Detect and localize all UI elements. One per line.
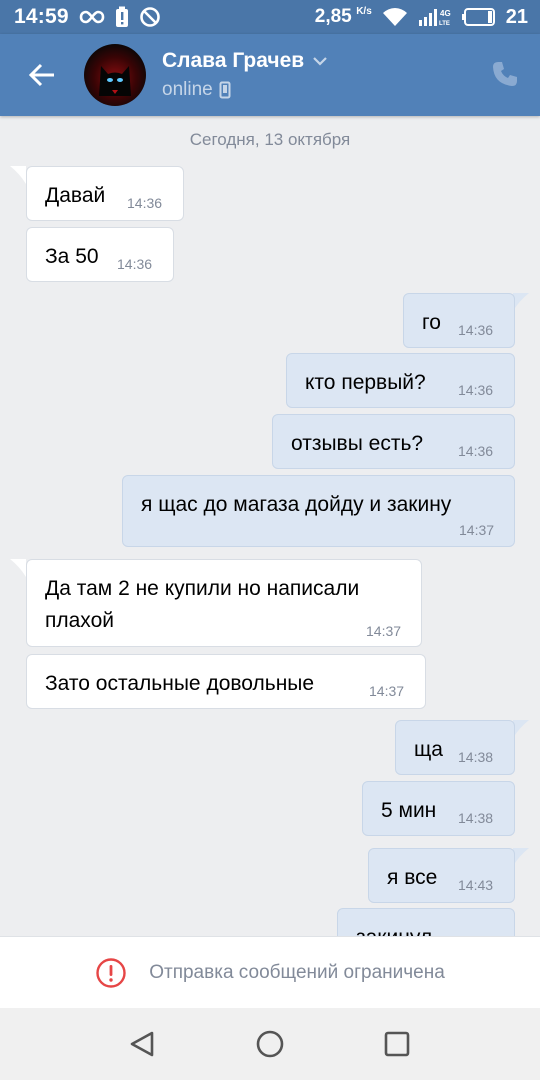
- back-arrow-icon: [28, 63, 54, 87]
- message-outgoing[interactable]: го 14:36: [403, 293, 515, 348]
- message-text-line: плахой: [45, 609, 114, 632]
- message-time: 14:38: [458, 810, 494, 826]
- status-time: 14:59: [14, 5, 69, 28]
- infinity-icon: [79, 10, 105, 24]
- bubble-tail: [10, 166, 26, 184]
- nav-home-button[interactable]: [250, 1024, 290, 1064]
- message-time: 14:38: [458, 749, 494, 765]
- message-time: 14:36: [117, 256, 153, 272]
- message-outgoing[interactable]: закинул: [337, 908, 515, 936]
- message-text: я все: [387, 866, 438, 889]
- message-incoming[interactable]: Давай 14:36: [26, 166, 184, 221]
- message-time: 14:37: [459, 522, 495, 538]
- nav-recents-button[interactable]: [377, 1024, 417, 1064]
- chat-header: Слава Грачев online: [0, 34, 540, 116]
- message-text: я щас до магаза дойду и закину: [141, 493, 452, 516]
- dnd-icon: [139, 6, 161, 28]
- status-bar-right: 2,85 K/s 4G LTE 21: [315, 6, 528, 29]
- messaging-restricted-bar: Отправка сообщений ограничена: [0, 936, 540, 1008]
- back-button[interactable]: [0, 34, 84, 116]
- contact-status: online: [162, 79, 213, 100]
- message-text-line: Да там 2 не купили но написали: [45, 577, 360, 600]
- avatar[interactable]: [84, 44, 146, 106]
- status-bar: 14:59 2,85 K/s 4G LTE 21: [0, 0, 540, 34]
- message-text: 5 мин: [381, 799, 437, 822]
- contact-status-row: online: [162, 79, 328, 101]
- message-text: За 50: [45, 245, 99, 268]
- nav-back-icon: [131, 1031, 154, 1057]
- message-time: 14:37: [369, 683, 405, 699]
- battery-alert-icon: [115, 6, 129, 28]
- message-text: кто первый?: [305, 371, 426, 394]
- chevron-down-icon: [313, 57, 327, 66]
- bubble-tail: [513, 293, 529, 311]
- message-time: 14:36: [458, 322, 494, 338]
- system-nav-bar: [0, 1008, 540, 1080]
- bubble-tail: [10, 559, 26, 577]
- contact-name: Слава Грачев: [162, 49, 305, 72]
- phone-call-icon: [493, 62, 517, 86]
- contact-info[interactable]: Слава Грачев online: [162, 49, 328, 101]
- message-outgoing[interactable]: я все 14:43: [368, 848, 515, 903]
- phone-device-icon: [219, 81, 231, 99]
- message-text: ща: [414, 738, 443, 761]
- message-time: 14:36: [127, 195, 163, 211]
- message-time: 14:36: [458, 443, 494, 459]
- message-list[interactable]: Сегодня, 13 октября Давай 14:36 За 50 14…: [0, 116, 540, 936]
- message-incoming[interactable]: За 50 14:36: [26, 227, 174, 282]
- message-text: отзывы есть?: [291, 432, 424, 455]
- message-time: 14:37: [366, 623, 402, 639]
- restriction-text: Отправка сообщений ограничена: [149, 961, 445, 983]
- network-speed-value: 2,85: [314, 6, 352, 27]
- message-outgoing[interactable]: кто первый? 14:36: [286, 353, 515, 408]
- battery-level: 21: [505, 5, 528, 28]
- message-outgoing[interactable]: отзывы есть? 14:36: [272, 414, 515, 469]
- bubble-tail: [513, 848, 529, 866]
- message-text: закинул: [356, 926, 432, 936]
- message-time: 14:36: [458, 382, 494, 398]
- date-divider: Сегодня, 13 октября: [189, 130, 351, 149]
- network-speed-unit: K/s: [356, 6, 372, 17]
- wifi-icon: [382, 7, 408, 27]
- signal-icon: 4G LTE: [418, 7, 452, 27]
- message-time: 14:43: [458, 877, 494, 893]
- battery-icon: [461, 8, 496, 26]
- contact-name-row: Слава Грачев: [162, 49, 328, 73]
- message-outgoing[interactable]: 5 мин 14:38: [362, 781, 515, 836]
- message-text: Зато остальные довольные: [45, 672, 315, 695]
- nav-home-icon: [256, 1030, 284, 1058]
- call-button[interactable]: [490, 59, 520, 89]
- status-bar-left: 14:59: [14, 5, 161, 29]
- alert-circle-icon: [96, 957, 126, 988]
- cat-avatar-image: [99, 66, 131, 96]
- message-outgoing[interactable]: я щас до магаза дойду и закину 14:37: [122, 475, 515, 547]
- nav-back-button[interactable]: [123, 1024, 163, 1064]
- message-incoming[interactable]: Да там 2 не купили но написали плахой 14…: [26, 559, 422, 647]
- nav-recents-icon: [384, 1031, 409, 1057]
- message-text: Давай: [45, 184, 106, 207]
- message-incoming[interactable]: Зато остальные довольные 14:37: [26, 654, 426, 709]
- message-outgoing[interactable]: ща 14:38: [395, 720, 515, 775]
- svg-text:4G: 4G: [440, 9, 451, 18]
- svg-text:LTE: LTE: [439, 21, 450, 27]
- network-speed: 2,85 K/s: [315, 6, 372, 28]
- bubble-tail: [513, 720, 529, 738]
- message-text: го: [422, 311, 441, 334]
